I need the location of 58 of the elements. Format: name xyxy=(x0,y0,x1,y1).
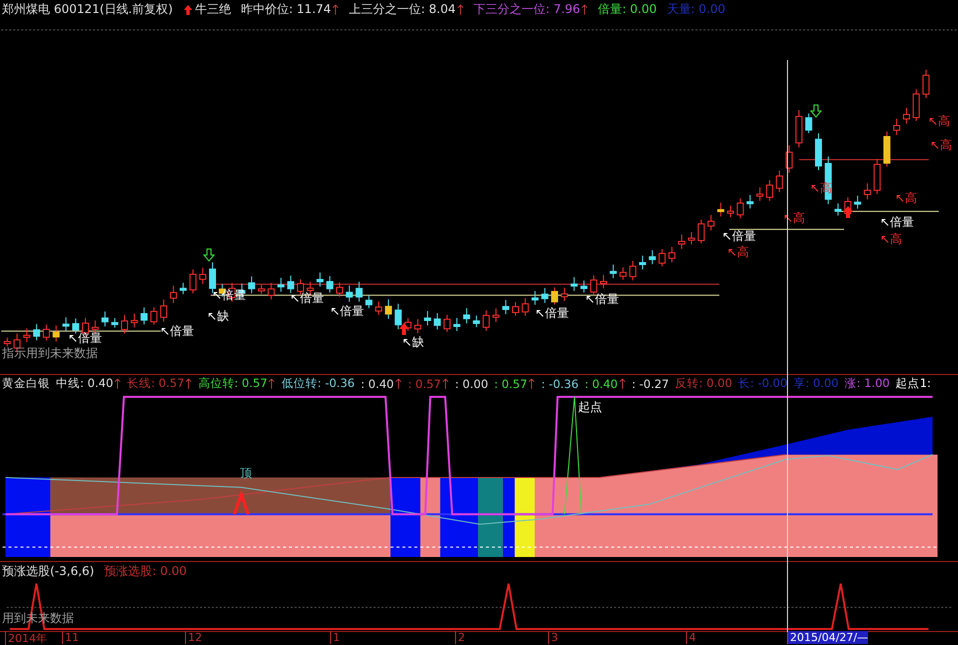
legend-value: 涨: 1.00 xyxy=(844,376,890,391)
axis-date-label: 2014年 xyxy=(5,631,47,645)
chart-annotation-label: ↖倍量 xyxy=(68,332,102,344)
legend-value: : 0.40 xyxy=(584,376,618,390)
legend-value: 长: -0.00 xyxy=(738,376,788,391)
chart-annotation-label: ↖缺 xyxy=(207,310,230,322)
legend-value: : -0.27 xyxy=(632,376,670,390)
down-arrow-icon xyxy=(203,248,215,262)
legend-value: 下三分之一位: 7.96 xyxy=(474,1,580,18)
axis-date-label: 11 xyxy=(62,631,79,644)
legend-value: : 0.57 xyxy=(494,376,528,390)
legend-value: : 0.57 xyxy=(408,376,441,390)
legend-value: 中线: 0.40 xyxy=(56,376,114,391)
chart-annotation-label: ↖倍量 xyxy=(585,293,620,305)
legend-value: 高位转: 0.57 xyxy=(198,376,268,391)
legend-value: 天量: 0.00 xyxy=(666,1,726,18)
chart-annotation-label: ↖高 xyxy=(928,115,950,127)
legend-value: 长线: 0.57 xyxy=(127,376,184,391)
chart-title: 郑州煤电 600121(日线.前复权) xyxy=(2,1,173,18)
legend-value: 上三分之一位: 8.04 xyxy=(349,1,456,18)
up-arrow-icon xyxy=(842,205,854,219)
legend-value: 倍量: 0.00 xyxy=(598,1,657,18)
chart-annotation-label: ↖倍量 xyxy=(330,305,364,317)
legend-value: : 0.40 xyxy=(360,376,394,390)
chart-annotation-label: ↖缺 xyxy=(402,336,424,348)
peak-label: 顶 xyxy=(240,465,252,482)
legend-value: : -0.36 xyxy=(541,376,579,390)
chart-annotation-label: ↖高 xyxy=(930,139,952,151)
chart-annotation-label: ↖高 xyxy=(895,192,918,204)
up-arrow-icon xyxy=(182,4,193,16)
legend-value: 昨中价位: 11.74 xyxy=(240,1,332,18)
axis-date-label: 2 xyxy=(455,631,465,644)
legend-value: 享: 0.00 xyxy=(793,376,839,391)
up-arrow-icon xyxy=(398,322,410,336)
signal-label: 牛三绝 xyxy=(194,1,231,18)
chart-annotation-label: ↖倍量 xyxy=(722,230,756,242)
legend-value: 预涨选股: 0.00 xyxy=(104,563,187,580)
indicator-title: 预涨选股(-3,6,6) xyxy=(2,563,94,580)
chart-annotation-label: ↖倍量 xyxy=(160,325,194,337)
axis-date-label: 1 xyxy=(330,631,340,644)
down-arrow-icon xyxy=(810,104,822,118)
chart-annotation-label: ↖倍量 xyxy=(290,292,324,304)
axis-date-label: 12 xyxy=(185,631,202,644)
chart-annotation-label: ↖高 xyxy=(880,233,902,245)
legend-value: : 0.00 xyxy=(455,376,488,390)
chart-annotation-label: ↖倍量 xyxy=(880,216,914,228)
start-point-label: 起点 xyxy=(578,399,602,416)
legend-value: 低位转: -0.36 xyxy=(281,376,355,391)
axis-date-label: 2015/04/27/— xyxy=(787,631,868,644)
indicator-title: 黄金白银 xyxy=(2,376,50,391)
future-data-note: 指示用到未来数据 xyxy=(2,345,98,362)
chart-annotation-label: ↖倍量 xyxy=(535,307,570,319)
legend-value: 反转: 0.00 xyxy=(675,376,732,391)
axis-date-label: 4 xyxy=(686,631,696,644)
legend-value: 起点1: xyxy=(896,376,931,391)
chart-annotation-label: ↖高 xyxy=(727,246,750,258)
peak-marker xyxy=(232,490,250,515)
axis-date-label: 3 xyxy=(548,631,558,644)
